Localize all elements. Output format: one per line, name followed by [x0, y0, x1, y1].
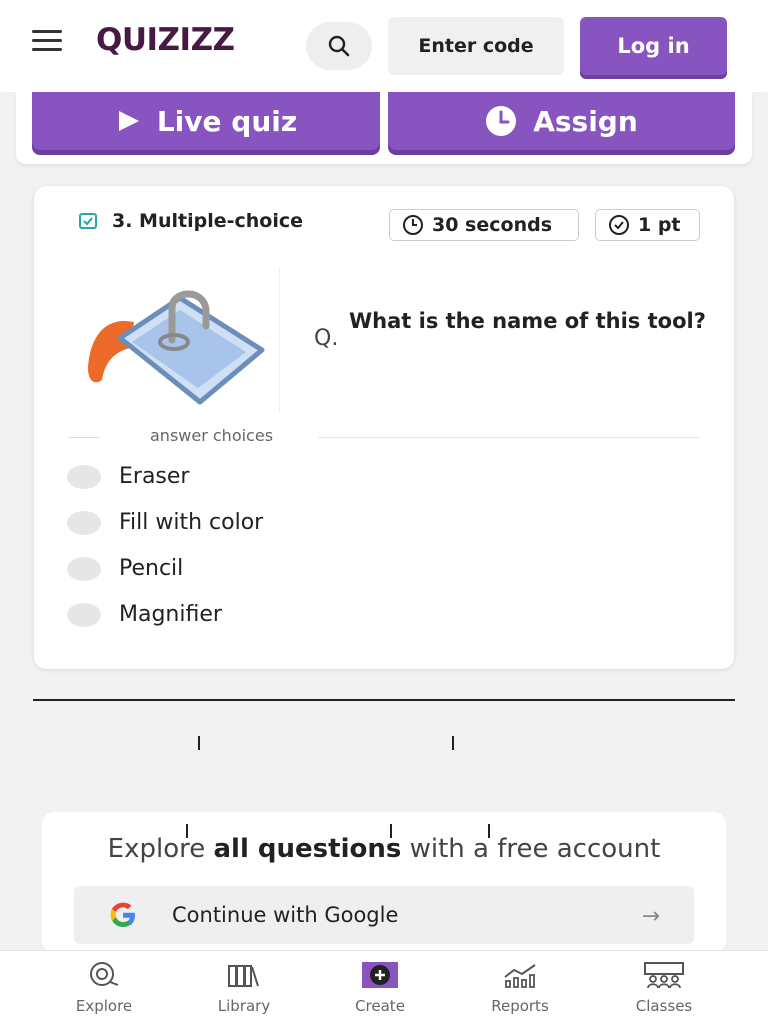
explore-suffix: with a free account	[401, 834, 661, 864]
arrow-right-icon: →	[641, 904, 660, 929]
live-quiz-button[interactable]: Live quiz	[32, 92, 380, 150]
answer-choice[interactable]: Eraser	[67, 464, 189, 489]
answer-choice[interactable]: Fill with color	[67, 510, 263, 535]
answer-choice-label: Eraser	[119, 464, 190, 489]
bottom-navigation: Explore Library Create Reports Classes	[0, 950, 768, 1024]
quiz-actions-card: Live quiz Assign	[16, 92, 752, 164]
locked-questions-panel	[33, 701, 735, 811]
divider-line	[68, 437, 100, 438]
explore-bold: all questions	[213, 834, 402, 864]
enter-code-button[interactable]: Enter code	[388, 17, 564, 75]
answer-choices-heading: answer choices	[68, 426, 700, 450]
library-icon	[228, 965, 259, 987]
text-cursor-mark	[198, 736, 200, 750]
hamburger-menu-icon[interactable]	[32, 30, 62, 52]
explore-heading: Explore all questions with a free accoun…	[42, 834, 726, 864]
answer-choices-label: answer choices	[150, 426, 274, 445]
google-icon	[110, 902, 135, 927]
nav-label-classes: Classes	[635, 997, 693, 1015]
quizizz-logo[interactable]: QUIZIZZ	[96, 22, 235, 58]
continue-with-google-label: Continue with Google	[172, 903, 399, 927]
nav-label-reports: Reports	[491, 997, 549, 1015]
radio-button[interactable]	[67, 556, 101, 581]
nav-label-library: Library	[217, 997, 271, 1015]
login-button[interactable]: Log in	[580, 17, 727, 75]
reports-icon	[504, 964, 536, 988]
divider-line	[318, 437, 700, 438]
answer-choice[interactable]: Pencil	[67, 556, 183, 581]
radio-button[interactable]	[67, 464, 101, 489]
play-icon	[118, 111, 139, 131]
assign-label: Assign	[533, 104, 638, 138]
question-image	[68, 268, 280, 412]
create-icon	[362, 962, 398, 988]
question-text: What is the name of this tool?	[349, 309, 706, 333]
nav-label-explore: Explore	[75, 997, 133, 1015]
search-button[interactable]	[306, 22, 372, 70]
points-label: 1 pt	[638, 214, 681, 236]
question-card: 3. Multiple-choice 30 seconds 1 pt Q. Wh…	[34, 186, 734, 669]
nav-item-reports[interactable]: Reports	[460, 959, 580, 1015]
time-badge: 30 seconds	[389, 209, 579, 241]
top-header: QUIZIZZ Enter code Log in	[0, 0, 768, 92]
clock-icon	[486, 106, 517, 136]
search-icon	[328, 35, 350, 57]
continue-with-google-button[interactable]: Continue with Google →	[74, 886, 694, 944]
radio-button[interactable]	[67, 510, 101, 535]
nav-item-explore[interactable]: Explore	[44, 959, 164, 1015]
answer-choice-label: Fill with color	[119, 510, 264, 535]
explore-icon	[90, 962, 119, 986]
nav-item-classes[interactable]: Classes	[604, 959, 724, 1015]
nav-item-library[interactable]: Library	[184, 959, 304, 1015]
nav-item-create[interactable]: Create	[320, 959, 440, 1015]
classes-icon	[644, 962, 684, 989]
assign-button[interactable]: Assign	[388, 92, 735, 150]
time-label: 30 seconds	[432, 214, 553, 236]
clock-outline-icon	[403, 215, 423, 235]
signup-prompt-card: Explore all questions with a free accoun…	[42, 812, 726, 952]
question-type-label: 3. Multiple-choice	[112, 210, 303, 232]
text-cursor-mark	[452, 736, 454, 750]
answer-choice-label: Pencil	[119, 556, 184, 581]
question-type: 3. Multiple-choice	[78, 210, 303, 232]
paint-bucket-icon	[88, 290, 265, 405]
answer-choice[interactable]: Magnifier	[67, 602, 222, 627]
nav-label-create: Create	[355, 997, 405, 1015]
checkbox-icon	[79, 213, 97, 229]
explore-prefix: Explore	[107, 834, 214, 864]
points-badge: 1 pt	[595, 209, 700, 241]
answer-choice-label: Magnifier	[119, 602, 222, 627]
question-prefix: Q.	[314, 326, 339, 351]
radio-button[interactable]	[67, 602, 101, 627]
live-quiz-label: Live quiz	[156, 104, 298, 138]
check-circle-icon	[609, 215, 629, 235]
